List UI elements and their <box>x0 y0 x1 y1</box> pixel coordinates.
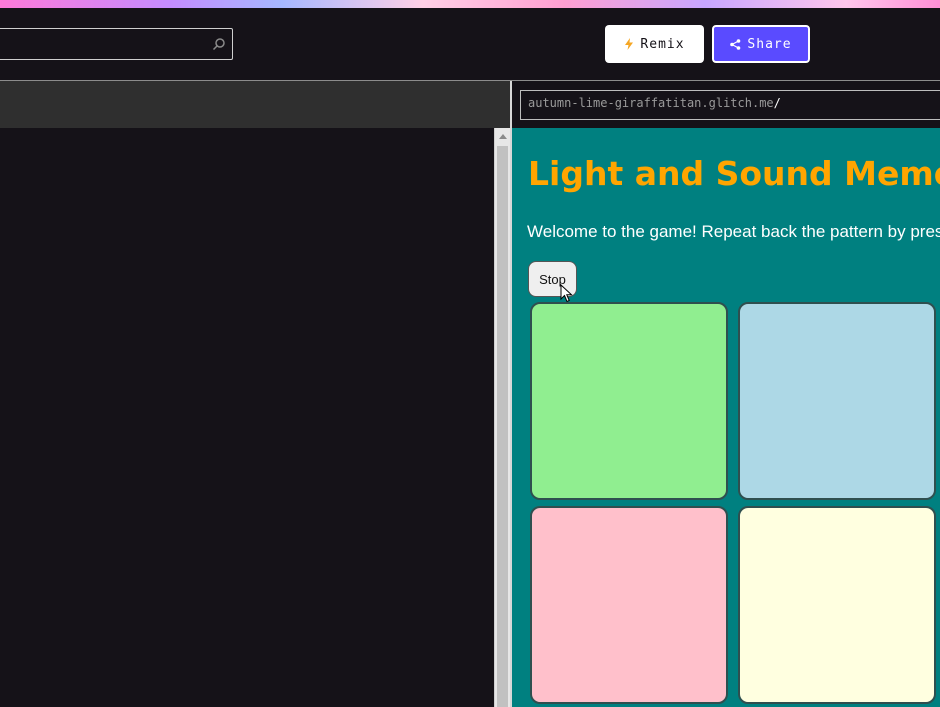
top-toolbar: Remix Share <box>0 8 940 80</box>
url-path: / <box>773 96 781 110</box>
scroll-thumb[interactable] <box>497 146 508 707</box>
game-pad-4[interactable] <box>738 506 936 704</box>
search-input[interactable] <box>0 28 233 60</box>
preview-url-field[interactable]: autumn-lime-giraffatitan.glitch.me/ <box>520 90 940 120</box>
game-pad-2[interactable] <box>738 302 936 500</box>
editor-scrollbar[interactable] <box>494 128 510 707</box>
preview-url-bar-area: autumn-lime-giraffatitan.glitch.me/ <box>512 81 940 128</box>
scroll-up-arrow-icon[interactable] <box>499 134 507 139</box>
url-host: autumn-lime-giraffatitan.glitch.me <box>528 96 774 110</box>
mouse-pointer-icon <box>560 284 573 303</box>
app-preview: Light and Sound Memo Welcome to the game… <box>512 128 940 707</box>
share-label: Share <box>747 36 792 52</box>
search-icon <box>212 38 225 51</box>
game-pad-3[interactable] <box>530 506 728 704</box>
game-intro: Welcome to the game! Repeat back the pat… <box>527 222 940 241</box>
share-button[interactable]: Share <box>712 25 810 63</box>
top-gradient-bar <box>0 0 940 8</box>
share-icon <box>730 38 741 50</box>
code-editor[interactable] <box>0 128 494 707</box>
lightning-icon <box>625 38 634 50</box>
editor-tab-bar <box>0 81 510 128</box>
game-title: Light and Sound Memo <box>528 154 940 193</box>
remix-button[interactable]: Remix <box>605 25 704 63</box>
remix-label: Remix <box>640 36 685 52</box>
game-pad-1[interactable] <box>530 302 728 500</box>
